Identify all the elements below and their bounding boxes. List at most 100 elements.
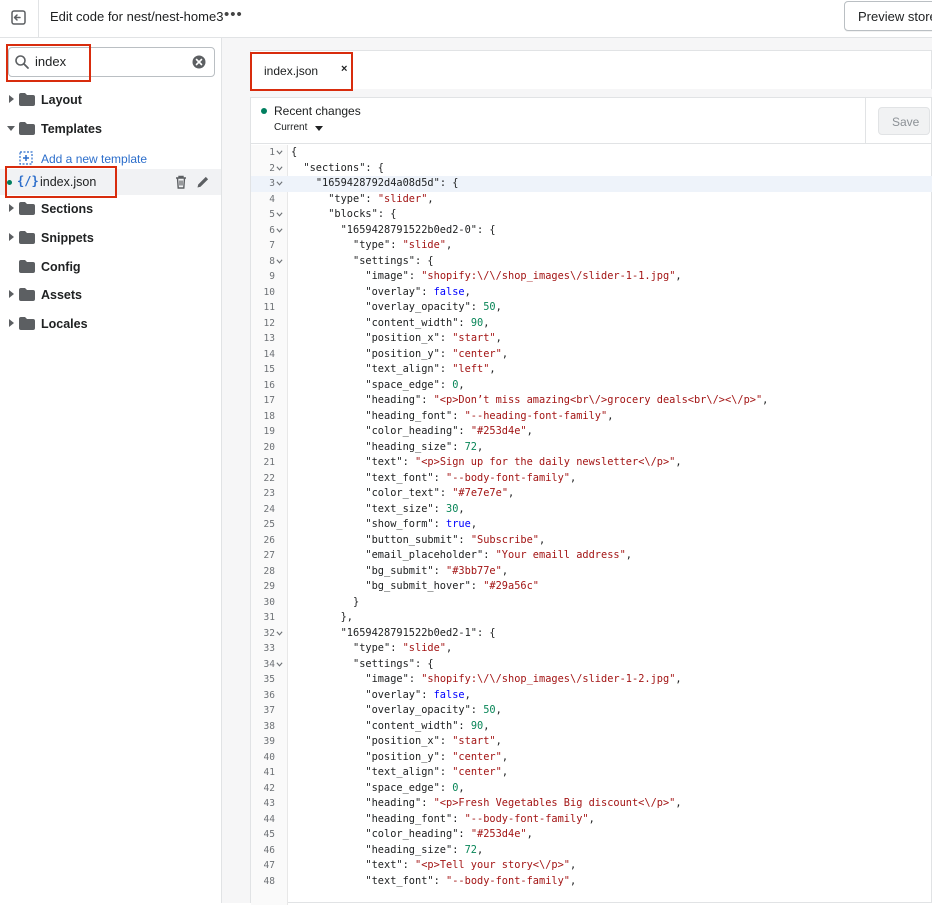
code-line[interactable]: 2 "sections": { (251, 161, 932, 177)
code-line[interactable]: 37 "overlay_opacity": 50, (251, 703, 932, 719)
line-number: 43 (263, 798, 275, 809)
code-line[interactable]: 17 "heading": "<p>Don’t miss amazing<br\… (251, 393, 932, 409)
code-line[interactable]: 30 } (251, 595, 932, 611)
code-line[interactable]: 47 "text": "<p>Tell your story<\/p>", (251, 858, 932, 874)
code-line[interactable]: 38 "content_width": 90, (251, 719, 932, 735)
code-text: "sections": { (303, 161, 385, 174)
line-number: 18 (263, 410, 275, 422)
code-line[interactable]: 46 "heading_size": 72, (251, 843, 932, 859)
code-line[interactable]: 31 }, (251, 610, 932, 626)
line-number: 3 (269, 178, 275, 189)
code-text: "color_heading": "#253d4e", (365, 425, 533, 437)
code-line[interactable]: 25 "show_form": true, (251, 517, 932, 533)
code-line[interactable]: 44 "heading_font": "--body-font-family", (251, 812, 932, 828)
code-line[interactable]: 28 "bg_submit": "#3bb77e", (251, 564, 932, 580)
code-text: "1659428791522b0ed2-1": { (340, 626, 496, 639)
code-line[interactable]: 48 "text_font": "--body-font-family", (251, 874, 932, 890)
line-number: 33 (263, 643, 275, 654)
folder-sections[interactable]: Sections (0, 196, 221, 222)
code-line[interactable]: 36 "overlay": false, (251, 688, 932, 704)
code-line[interactable]: 22 "text_font": "--body-font-family", (251, 471, 932, 487)
version-select[interactable]: Current (274, 122, 307, 133)
code-text: "text_size": 30, (365, 502, 465, 515)
code-content[interactable]: 1{2 "sections": {3 "1659428792d4a08d5d":… (251, 145, 932, 905)
code-line[interactable]: 32 "1659428791522b0ed2-1": { (251, 626, 932, 642)
save-button[interactable]: Save (878, 107, 930, 135)
code-line[interactable]: 43 "heading": "<p>Fresh Vegetables Big d… (251, 796, 932, 812)
code-line[interactable]: 19 "color_heading": "#253d4e", (251, 424, 932, 440)
fold-chevron-icon[interactable] (276, 180, 283, 187)
line-number: 47 (263, 860, 275, 871)
fold-chevron-icon[interactable] (276, 258, 283, 265)
code-text: "heading_size": 72, (365, 843, 484, 856)
line-number: 17 (263, 395, 275, 406)
fold-chevron-icon[interactable] (276, 661, 283, 668)
status-dot (261, 108, 267, 114)
code-line[interactable]: 12 "content_width": 90, (251, 316, 932, 332)
code-line[interactable]: 8 "settings": { (251, 254, 932, 270)
code-line[interactable]: 9 "image": "shopify:\/\/shop_images\/sli… (251, 269, 932, 285)
code-line[interactable]: 20 "heading_size": 72, (251, 440, 932, 456)
folder-label: Sections (41, 202, 94, 216)
exit-icon[interactable] (8, 7, 30, 29)
folder-config[interactable]: Config (0, 254, 221, 280)
code-line[interactable]: 16 "space_edge": 0, (251, 378, 932, 394)
chevron-right-icon (9, 204, 14, 212)
folder-snippets[interactable]: Snippets (0, 225, 221, 251)
folder-icon (19, 288, 35, 301)
code-line[interactable]: 1{ (251, 145, 932, 161)
code-line[interactable]: 35 "image": "shopify:\/\/shop_images\/sl… (251, 672, 932, 688)
line-number: 34 (263, 658, 275, 670)
code-line[interactable]: 29 "bg_submit_hover": "#29a56c" (251, 579, 932, 595)
code-line[interactable]: 33 "type": "slide", (251, 641, 932, 657)
pencil-icon[interactable] (195, 174, 211, 190)
preview-store-button[interactable]: Preview store (844, 1, 932, 31)
folder-locales[interactable]: Locales (0, 311, 221, 337)
fold-chevron-icon[interactable] (276, 630, 283, 637)
code-line[interactable]: 40 "position_y": "center", (251, 750, 932, 766)
code-line[interactable]: 11 "overlay_opacity": 50, (251, 300, 932, 316)
code-line[interactable]: 14 "position_y": "center", (251, 347, 932, 363)
code-line[interactable]: 45 "color_heading": "#253d4e", (251, 827, 932, 843)
folder-assets[interactable]: Assets (0, 282, 221, 308)
chevron-right-icon (9, 290, 14, 298)
top-divider (38, 0, 39, 38)
code-text: "heading": "<p>Don’t miss amazing<br\/>g… (365, 394, 769, 406)
fold-chevron-icon[interactable] (276, 211, 283, 218)
code-line[interactable]: 5 "blocks": { (251, 207, 932, 223)
folder-layout[interactable]: Layout (0, 87, 221, 113)
fold-chevron-icon[interactable] (276, 165, 283, 172)
code-line[interactable]: 18 "heading_font": "--heading-font-famil… (251, 409, 932, 425)
trash-icon[interactable] (173, 174, 189, 190)
folder-templates[interactable]: Templates (0, 116, 221, 142)
chevron-down-icon[interactable] (315, 126, 323, 132)
chevron-down-icon (7, 126, 15, 131)
line-number: 30 (263, 596, 275, 608)
code-line[interactable]: 15 "text_align": "left", (251, 362, 932, 378)
code-text: "position_y": "center", (365, 750, 509, 763)
code-line[interactable]: 3 "1659428792d4a08d5d": { (251, 176, 932, 192)
code-line[interactable]: 10 "overlay": false, (251, 285, 932, 301)
code-line[interactable]: 41 "text_align": "center", (251, 765, 932, 781)
code-line[interactable]: 21 "text": "<p>Sign up for the daily new… (251, 455, 932, 471)
code-text: "overlay_opacity": 50, (365, 301, 502, 313)
code-line[interactable]: 34 "settings": { (251, 657, 932, 673)
folder-icon (19, 202, 35, 215)
code-line[interactable]: 26 "button_submit": "Subscribe", (251, 533, 932, 549)
code-line[interactable]: 42 "space_edge": 0, (251, 781, 932, 797)
code-line[interactable]: 23 "color_text": "#7e7e7e", (251, 486, 932, 502)
code-line[interactable]: 4 "type": "slider", (251, 192, 932, 208)
code-line[interactable]: 7 "type": "slide", (251, 238, 932, 254)
fold-chevron-icon[interactable] (276, 149, 283, 156)
fold-chevron-icon[interactable] (276, 227, 283, 234)
more-actions-button[interactable]: ••• (224, 6, 243, 23)
code-line[interactable]: 24 "text_size": 30, (251, 502, 932, 518)
code-line[interactable]: 27 "email_placeholder": "Your emaill add… (251, 548, 932, 564)
code-line[interactable]: 6 "1659428791522b0ed2-0": { (251, 223, 932, 239)
code-line[interactable]: 39 "position_x": "start", (251, 734, 932, 750)
chevron-right-icon (9, 319, 14, 327)
folder-icon (19, 260, 35, 273)
line-number: 31 (263, 612, 275, 623)
code-line[interactable]: 13 "position_x": "start", (251, 331, 932, 347)
clear-search-icon[interactable] (191, 54, 207, 70)
